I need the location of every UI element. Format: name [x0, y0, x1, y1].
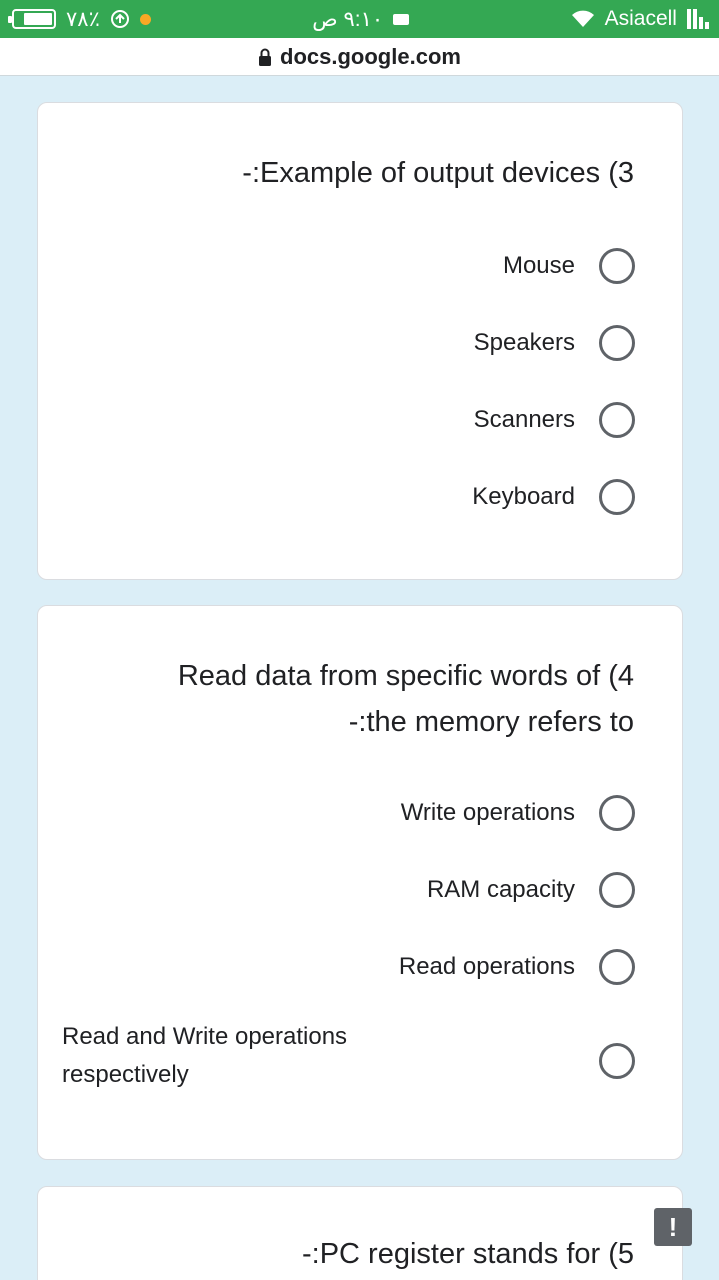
option-label: Keyboard	[472, 483, 575, 510]
option-label: Speakers	[473, 329, 575, 356]
option-ram-capacity[interactable]: RAM capacity	[427, 870, 635, 910]
status-left: ٧٨٪	[8, 7, 151, 32]
radio-button[interactable]	[599, 402, 635, 438]
battery-level: ٧٨٪	[66, 7, 100, 31]
option-mouse[interactable]: Mouse	[503, 246, 635, 286]
status-right: Asiacell	[571, 7, 709, 31]
option-read-and-write-respectively[interactable]: Read and Write operations respectively	[62, 1018, 422, 1094]
url-text: docs.google.com	[280, 43, 461, 69]
address-bar[interactable]: docs.google.com	[0, 38, 719, 76]
option-read-operations[interactable]: Read operations	[399, 947, 635, 987]
clock: ٩:١٠ ص	[312, 7, 384, 31]
option-label: Read operations	[398, 953, 575, 980]
option-label: Write operations	[400, 799, 575, 826]
camera-icon	[393, 13, 410, 25]
radio-button[interactable]	[599, 949, 635, 985]
question-card-5: -:PC register stands for (5	[37, 1186, 683, 1280]
question-card-3: -:Example of output devices (3 Mouse Spe…	[37, 102, 683, 580]
carrier-name: Asiacell	[604, 7, 677, 30]
question-title: -:Example of output devices (3	[242, 157, 634, 189]
option-keyboard[interactable]: Keyboard	[472, 477, 635, 517]
radio-button[interactable]	[599, 1043, 635, 1079]
wifi-icon	[571, 10, 594, 27]
question-title-line-2: -:the memory refers to	[348, 706, 634, 738]
option-write-operations[interactable]: Write operations	[401, 793, 635, 833]
status-bar: ٧٨٪ ٩:١٠ ص Asiacell	[0, 0, 719, 38]
option-scanners[interactable]: Scanners	[474, 400, 635, 440]
battery-icon	[8, 9, 56, 29]
report-icon[interactable]: !	[654, 1208, 692, 1246]
signal-icon	[686, 9, 709, 29]
question-title: -:PC register stands for (5	[302, 1238, 634, 1270]
radio-button[interactable]	[599, 479, 635, 515]
option-label: Scanners	[473, 406, 575, 433]
radio-button[interactable]	[599, 325, 635, 361]
notification-dot-icon	[139, 13, 151, 25]
lock-icon	[259, 48, 272, 66]
option-label: RAM capacity	[426, 876, 575, 903]
radio-button[interactable]	[599, 248, 635, 284]
radio-button[interactable]	[599, 872, 635, 908]
status-center: ٩:١٠ ص	[312, 7, 410, 32]
question-title-line-1: Read data from specific words of (4	[177, 660, 634, 692]
radio-button[interactable]	[599, 795, 635, 831]
option-speakers[interactable]: Speakers	[474, 323, 635, 363]
option-read-and-write-radio[interactable]	[599, 1041, 635, 1081]
data-saver-icon	[110, 10, 129, 28]
option-label: Mouse	[502, 252, 575, 279]
